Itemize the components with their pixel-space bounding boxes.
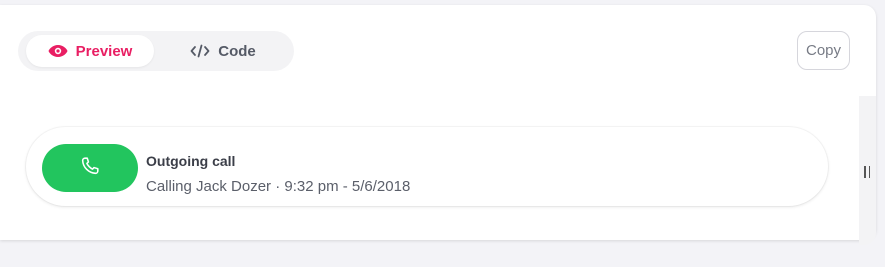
notification-title: Outgoing call [146, 153, 236, 169]
copy-button[interactable]: Copy [797, 31, 850, 70]
view-tabs: Preview Code [18, 31, 294, 71]
call-button[interactable] [42, 144, 138, 192]
tab-code[interactable]: Code [168, 35, 278, 67]
tab-code-label: Code [218, 42, 256, 60]
eye-icon [48, 43, 68, 59]
code-icon [190, 43, 210, 59]
tab-preview-label: Preview [75, 42, 133, 60]
call-notification: Outgoing call Calling Jack Dozer · 9:32 … [26, 127, 828, 206]
resize-rail [859, 96, 876, 245]
preview-card: Preview Code Copy Outgoing call Calling … [0, 5, 876, 245]
notification-subtitle: Calling Jack Dozer · 9:32 pm - 5/6/2018 [146, 178, 411, 195]
phone-icon [79, 155, 101, 182]
tab-preview[interactable]: Preview [26, 35, 154, 67]
resize-handle-icon[interactable] [864, 166, 870, 178]
